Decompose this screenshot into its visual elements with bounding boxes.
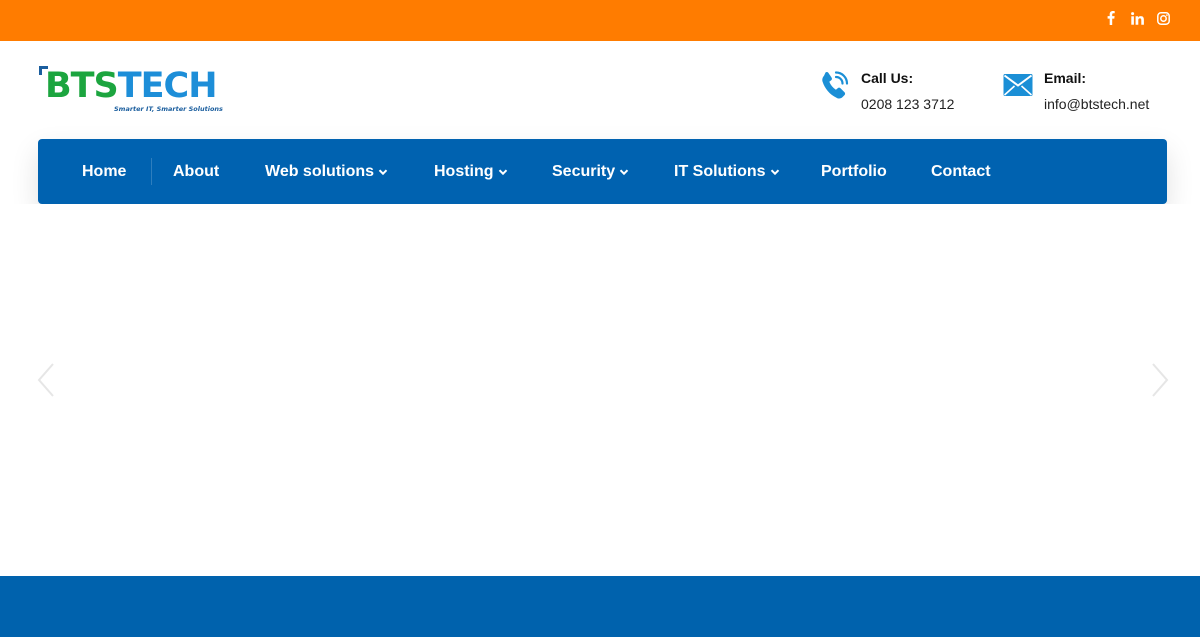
phone-icon: [822, 71, 849, 99]
chevron-right-icon[interactable]: [1150, 360, 1170, 400]
nav-item-label: Web solutions: [265, 162, 375, 180]
logo-tagline: Smarter IT, Smarter Solutions: [114, 105, 223, 113]
contact-email-value[interactable]: info@btstech.net: [1044, 95, 1149, 113]
contact-phone-value[interactable]: 0208 123 3712: [861, 95, 954, 113]
nav-item-label: Portfolio: [821, 162, 887, 180]
nav-item-label: About: [173, 162, 220, 180]
linkedin-icon[interactable]: [1130, 11, 1144, 25]
nav-item-label: IT Solutions: [674, 162, 766, 180]
main-nav: Home About Web solutions Hosting Securit…: [38, 139, 1167, 204]
nav-item-security[interactable]: Security: [552, 139, 629, 204]
nav-divider: [151, 158, 152, 185]
envelope-icon: [1003, 74, 1033, 96]
site-logo[interactable]: BTSTECH Smarter IT, Smarter Solutions: [39, 66, 223, 116]
facebook-icon[interactable]: [1104, 11, 1118, 25]
contact-phone-text: Call Us: 0208 123 3712: [861, 68, 954, 113]
chevron-down-icon: [770, 168, 779, 175]
chevron-left-icon[interactable]: [36, 360, 56, 400]
nav-item-home[interactable]: Home: [82, 139, 126, 204]
contact-email-text: Email: info@btstech.net: [1044, 68, 1149, 113]
nav-item-portfolio[interactable]: Portfolio: [821, 139, 887, 204]
instagram-icon[interactable]: [1156, 11, 1170, 25]
hero-slider: [0, 204, 1200, 576]
logo-text-tech: TECH: [117, 66, 218, 106]
nav-item-contact[interactable]: Contact: [931, 139, 991, 204]
nav-item-web-solutions[interactable]: Web solutions: [265, 139, 388, 204]
nav-item-label: Contact: [931, 162, 991, 180]
nav-item-label: Security: [552, 162, 616, 180]
nav-item-it-solutions[interactable]: IT Solutions: [674, 139, 780, 204]
logo-wordmark: BTSTECH: [45, 65, 218, 107]
nav-item-label: Hosting: [434, 162, 494, 180]
social-links: [1104, 9, 1170, 27]
contact-email: Email: info@btstech.net: [1002, 68, 1149, 113]
contact-phone: Call Us: 0208 123 3712: [819, 68, 954, 113]
logo-text-bts: BTS: [45, 66, 119, 106]
chevron-down-icon: [498, 168, 507, 175]
nav-item-about[interactable]: About: [173, 139, 219, 204]
nav-item-hosting[interactable]: Hosting: [434, 139, 508, 204]
nav-item-label: Home: [82, 162, 127, 180]
top-bar: [0, 0, 1200, 41]
bottom-band: [0, 576, 1200, 637]
chevron-down-icon: [378, 168, 388, 175]
chevron-down-icon: [619, 168, 629, 175]
contact-email-label: Email:: [1044, 70, 1087, 86]
contact-phone-label: Call Us:: [861, 70, 914, 86]
